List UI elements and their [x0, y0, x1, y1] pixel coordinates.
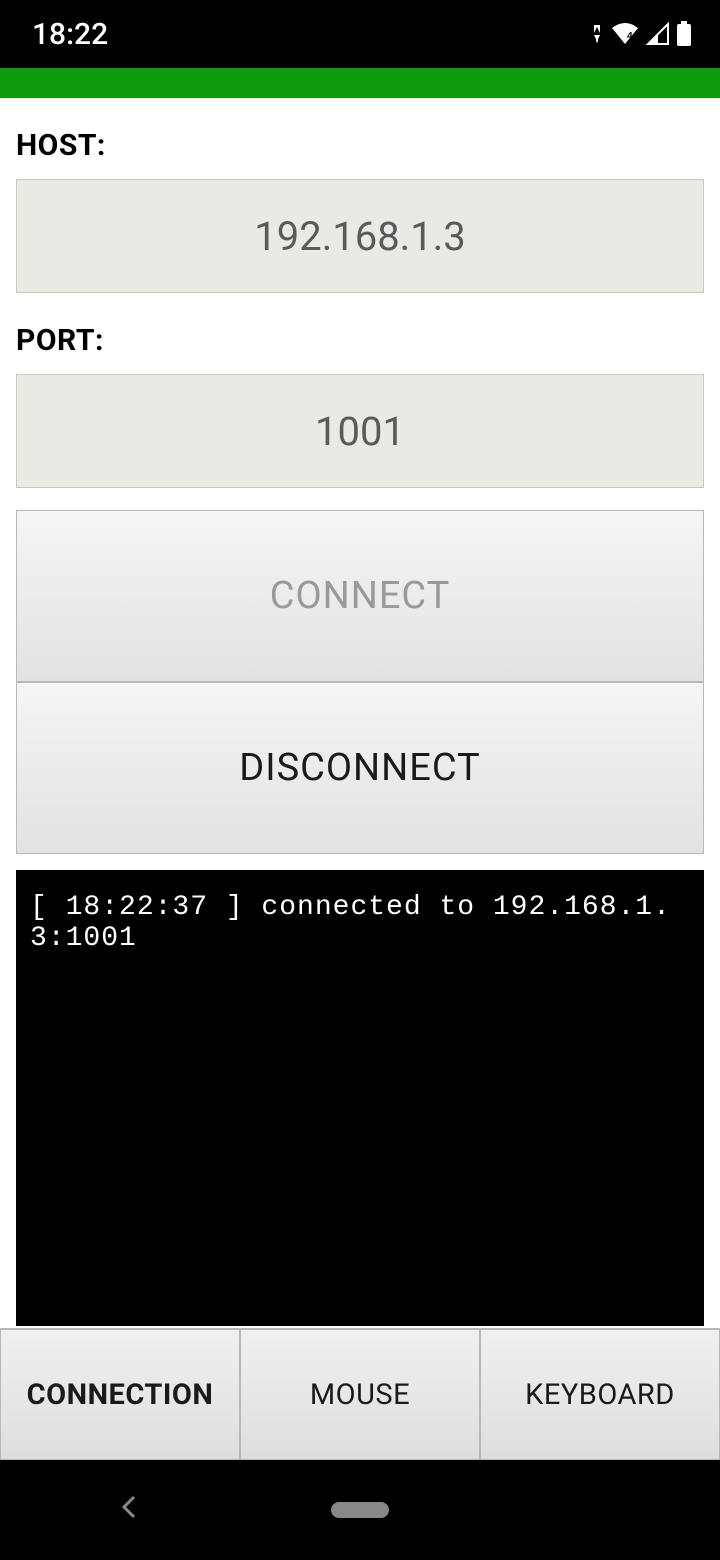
log-output[interactable]: [ 18:22:37 ] connected to 192.168.1.3:10…	[16, 870, 704, 1326]
main-content: HOST: PORT: CONNECT DISCONNECT [ 18:22:3…	[0, 128, 720, 1326]
wifi-icon: 4	[610, 22, 640, 46]
back-icon[interactable]	[120, 1491, 138, 1529]
data-sync-icon	[590, 23, 604, 45]
host-label: HOST:	[16, 128, 704, 163]
tab-keyboard[interactable]: KEYBOARD	[480, 1329, 720, 1460]
svg-text:4: 4	[627, 31, 633, 42]
tab-mouse[interactable]: MOUSE	[240, 1329, 480, 1460]
port-input[interactable]	[16, 374, 704, 488]
battery-icon	[676, 21, 692, 47]
tab-connection[interactable]: CONNECTION	[0, 1329, 240, 1460]
navigation-bar	[0, 1460, 720, 1560]
connect-button[interactable]: CONNECT	[16, 510, 704, 682]
disconnect-button[interactable]: DISCONNECT	[16, 682, 704, 854]
status-time: 18:22	[32, 17, 108, 52]
status-bar: 18:22 4	[0, 0, 720, 68]
port-label: PORT:	[16, 323, 704, 358]
app-bar	[0, 68, 720, 98]
bottom-tabs: CONNECTION MOUSE KEYBOARD	[0, 1328, 720, 1460]
status-icons: 4	[590, 21, 692, 47]
home-pill[interactable]	[331, 1502, 389, 1518]
signal-icon	[646, 22, 670, 46]
host-input[interactable]	[16, 179, 704, 293]
